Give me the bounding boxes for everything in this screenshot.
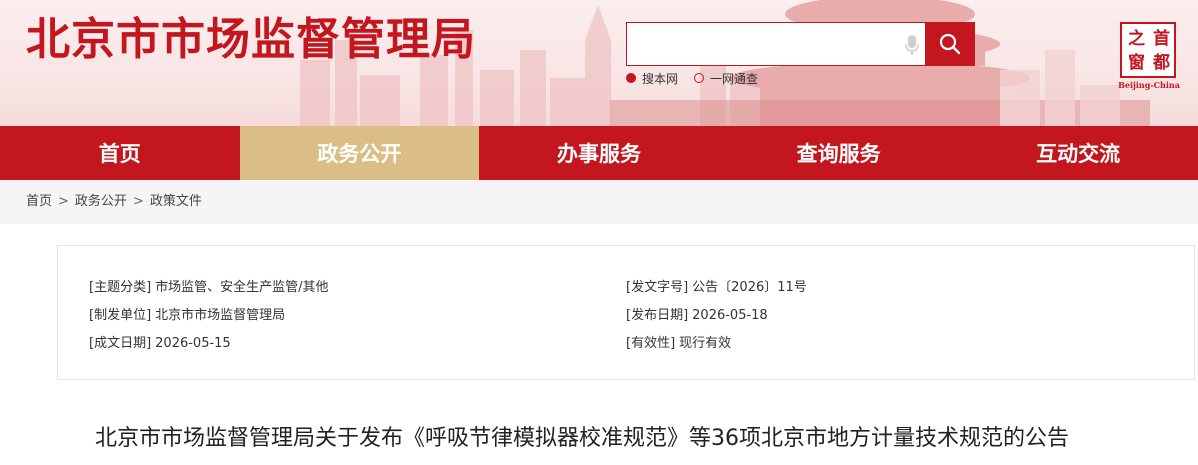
meta-validity-label: [有效性]: [626, 336, 676, 351]
nav-item-interaction[interactable]: 互动交流: [958, 126, 1198, 180]
meta-doc-no: [发文字号] 公告〔2026〕11号: [626, 276, 807, 295]
main-nav: 首页 政务公开 办事服务 查询服务 互动交流: [0, 126, 1198, 180]
search-box: [626, 22, 975, 66]
meta-issuer: [制发单位] 北京市市场监督管理局: [89, 304, 285, 323]
search-scope-all-label: 一网通查: [710, 71, 759, 86]
meta-topic-label: [主题分类]: [89, 280, 152, 295]
breadcrumb: 首页 > 政务公开 > 政策文件: [26, 180, 202, 224]
breadcrumb-separator: >: [132, 194, 144, 209]
meta-issuer-value: 北京市市场监督管理局: [155, 308, 286, 323]
breadcrumb-home[interactable]: 首页: [26, 180, 52, 224]
nav-item-services[interactable]: 办事服务: [479, 126, 719, 180]
search-input[interactable]: [627, 23, 917, 65]
nav-item-query[interactable]: 查询服务: [719, 126, 959, 180]
logo-char-1: 首: [1153, 29, 1170, 49]
meta-topic-value: 市场监管、安全生产监管/其他: [155, 280, 329, 295]
radio-unselected-icon: [694, 73, 705, 83]
document-metadata: [主题分类] 市场监管、安全生产监管/其他 [发文字号] 公告〔2026〕11号 […: [57, 245, 1195, 380]
site-header: 北京市市场监督管理局 搜本网 一网通查 首 都 之 窗 Beijing-Chin…: [0, 0, 1198, 126]
meta-made-date-label: [成文日期]: [89, 336, 152, 351]
microphone-icon[interactable]: [904, 34, 920, 56]
meta-doc-no-value: 公告〔2026〕11号: [692, 280, 807, 295]
breadcrumb-separator: >: [58, 194, 69, 209]
search-scope-all[interactable]: 一网通查: [694, 70, 758, 87]
logo-char-3: 之: [1128, 29, 1145, 49]
logo-seal: 首 都 之 窗: [1120, 22, 1176, 78]
meta-doc-no-label: [发文字号]: [626, 280, 689, 295]
logo-caption: Beijing-China: [1118, 80, 1180, 90]
logo-char-4: 窗: [1128, 53, 1145, 73]
meta-validity: [有效性] 现行有效: [626, 332, 731, 351]
meta-pub-date-value: 2026-05-18: [692, 308, 768, 323]
breadcrumb-bar: 首页 > 政务公开 > 政策文件: [0, 180, 1198, 224]
search-scope-options: 搜本网 一网通查: [626, 70, 774, 86]
breadcrumb-gov-affairs[interactable]: 政务公开: [75, 180, 127, 224]
meta-pub-date: [发布日期] 2026-05-18: [626, 304, 768, 323]
logo-char-2: 都: [1153, 53, 1170, 73]
meta-made-date-value: 2026-05-15: [155, 336, 231, 351]
capital-window-logo[interactable]: 首 都 之 窗 Beijing-China: [1118, 22, 1180, 94]
breadcrumb-policy-docs[interactable]: 政策文件: [150, 180, 202, 224]
meta-issuer-label: [制发单位]: [89, 308, 152, 323]
meta-made-date: [成文日期] 2026-05-15: [89, 332, 231, 351]
meta-validity-value: 现行有效: [679, 336, 732, 351]
radio-selected-icon: [626, 73, 636, 83]
search-scope-site-label: 搜本网: [642, 71, 679, 86]
search-icon: [939, 33, 960, 55]
search-button[interactable]: [925, 23, 974, 65]
site-title[interactable]: 北京市市场监督管理局: [26, 12, 476, 68]
article-title: 北京市市场监督管理局关于发布《呼吸节律模拟器校准规范》等36项北京市地方计量技术…: [95, 426, 1069, 451]
search-scope-site[interactable]: 搜本网: [626, 70, 678, 87]
nav-item-gov-affairs[interactable]: 政务公开: [239, 126, 480, 180]
meta-pub-date-label: [发布日期]: [626, 308, 689, 323]
meta-topic: [主题分类] 市场监管、安全生产监管/其他: [89, 276, 329, 295]
nav-item-home[interactable]: 首页: [0, 126, 240, 180]
